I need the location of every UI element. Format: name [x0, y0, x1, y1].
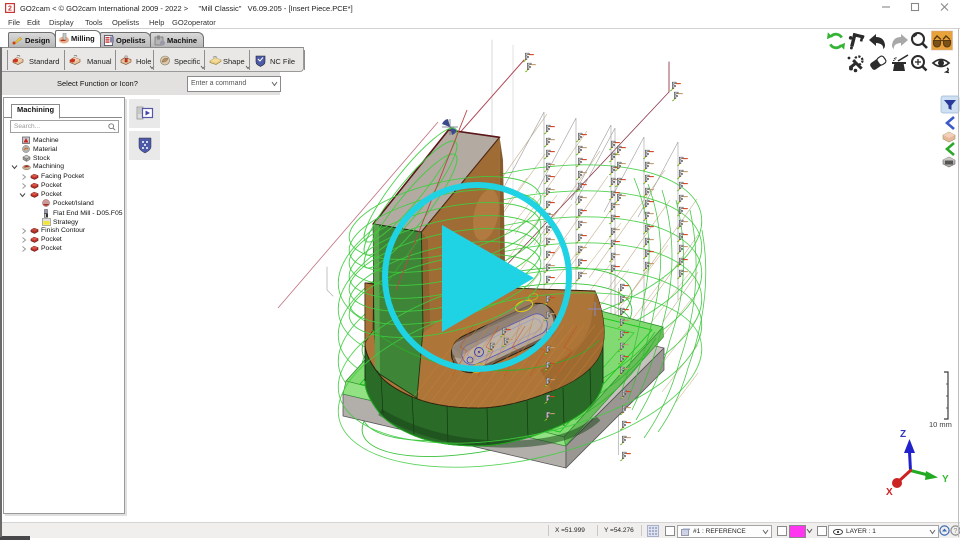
svg-text:10 mm: 10 mm [929, 420, 952, 429]
svg-text:?: ? [954, 528, 958, 535]
svg-text:Z: Z [900, 429, 906, 440]
svg-text:X: X [886, 487, 893, 498]
svg-text:Y: Y [942, 474, 949, 485]
svg-text:2: 2 [8, 6, 12, 13]
